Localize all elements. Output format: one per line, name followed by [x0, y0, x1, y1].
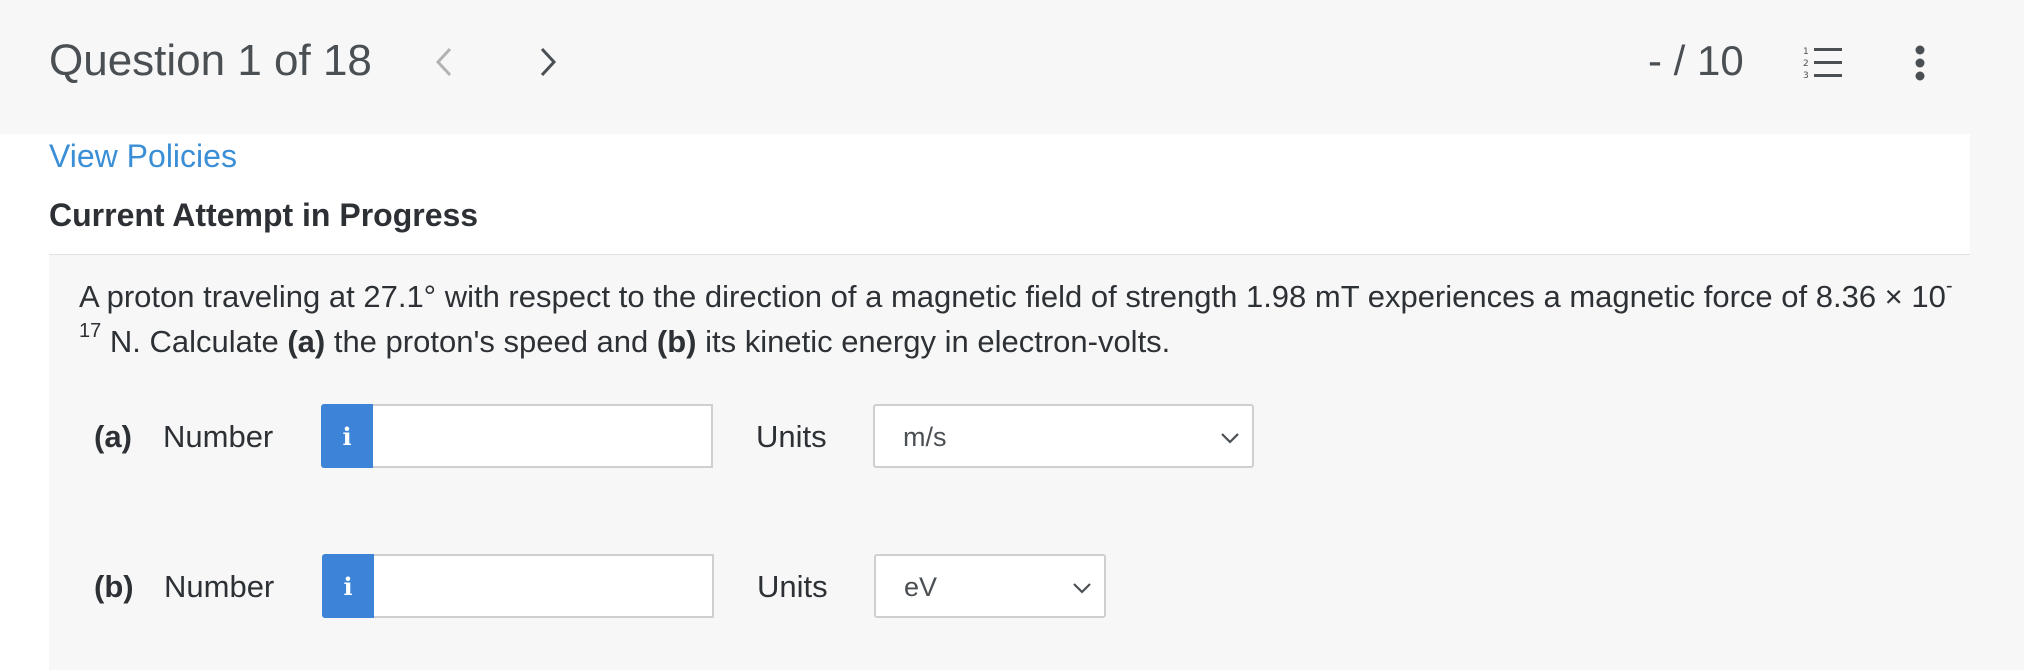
chevron-down-icon: [1073, 583, 1091, 594]
previous-question-button[interactable]: [424, 40, 464, 84]
part-b-number-label: Number: [164, 569, 275, 604]
part-a-info-button[interactable]: i: [321, 404, 373, 468]
info-icon: i: [342, 421, 352, 451]
svg-text:2: 2: [1803, 59, 1809, 69]
part-b-label: (b): [94, 569, 134, 604]
question-counter: Question 1 of 18: [49, 36, 372, 85]
score-display: - / 10: [1648, 37, 1744, 84]
part-a-units-select[interactable]: m/s: [873, 404, 1254, 468]
numbered-list-icon: 1 2 3: [1803, 47, 1842, 81]
view-policies-link[interactable]: View Policies: [49, 138, 237, 175]
question-header: Question 1 of 18 - / 10 1 2 3: [0, 0, 2024, 134]
more-vertical-icon: [1915, 45, 1925, 81]
info-icon: i: [343, 571, 353, 601]
part-b-info-button[interactable]: i: [322, 554, 374, 618]
question-list-button[interactable]: 1 2 3: [1800, 40, 1846, 86]
next-question-button[interactable]: [528, 40, 568, 84]
part-b-units-value: eV: [904, 572, 938, 602]
part-a-number-input[interactable]: [373, 404, 713, 468]
part-a-number-label: Number: [163, 419, 274, 454]
part-b-units-select[interactable]: eV: [874, 554, 1106, 618]
chevron-down-icon: [1221, 433, 1239, 444]
attempt-status-heading: Current Attempt in Progress: [49, 197, 479, 233]
more-options-button[interactable]: [1900, 40, 1940, 86]
part-a-units-label: Units: [756, 419, 827, 454]
part-b-number-input[interactable]: [374, 554, 714, 618]
chevron-left-icon: [435, 47, 452, 77]
svg-text:3: 3: [1803, 71, 1809, 81]
part-a-label: (a): [94, 419, 132, 454]
question-text: A proton traveling at 27.1° with respect…: [79, 274, 1953, 359]
svg-text:1: 1: [1803, 47, 1809, 57]
chevron-right-icon: [540, 47, 557, 77]
part-b-units-label: Units: [757, 569, 828, 604]
part-a-units-value: m/s: [903, 422, 947, 452]
